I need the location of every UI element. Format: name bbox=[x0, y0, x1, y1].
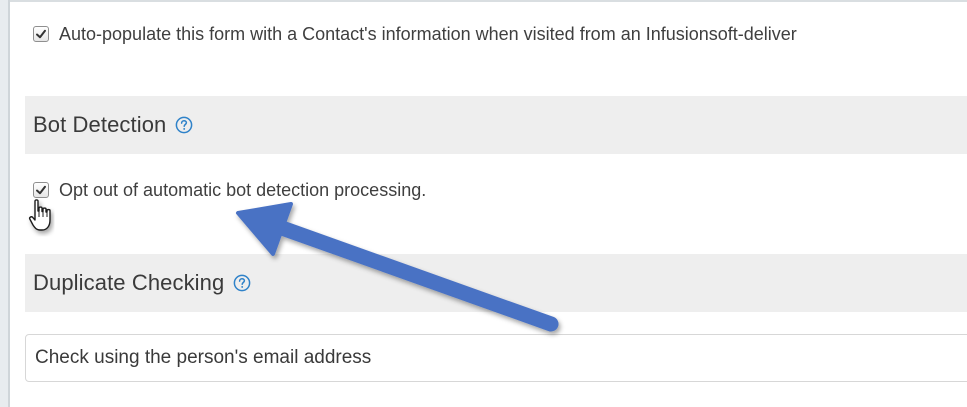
hand-pointer-icon bbox=[28, 199, 51, 231]
annotation-arrow bbox=[236, 202, 559, 332]
annotation-overlay bbox=[28, 199, 559, 332]
